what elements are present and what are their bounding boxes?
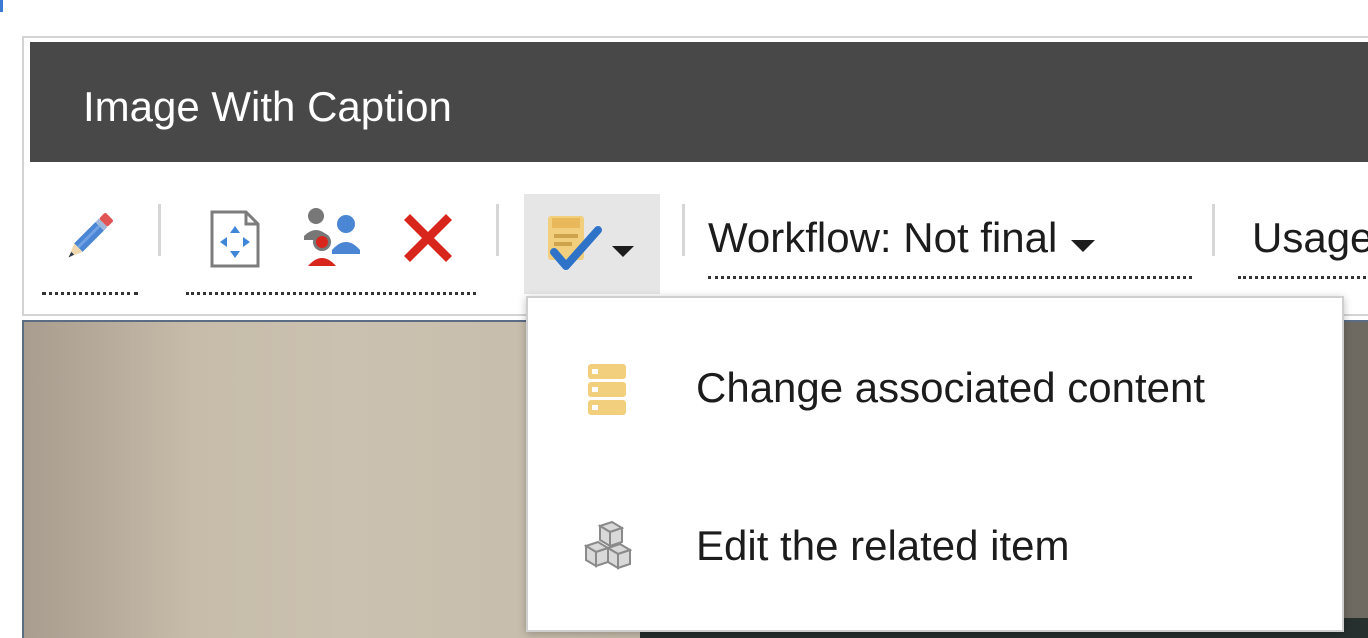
menu-item-edit-related-item[interactable]: Edit the related item bbox=[528, 488, 1342, 608]
users-icon[interactable] bbox=[300, 204, 366, 270]
menu-item-label: Change associated content bbox=[696, 364, 1206, 411]
delete-x-icon[interactable] bbox=[402, 212, 454, 264]
panel-header: Image With Caption bbox=[30, 42, 1368, 162]
edge-marker bbox=[0, 0, 3, 12]
stack-icon bbox=[588, 364, 626, 415]
toolbar-separator bbox=[1212, 204, 1215, 256]
toolbar-separator bbox=[496, 204, 499, 256]
chevron-down-icon bbox=[612, 246, 634, 257]
panel-title: Image With Caption bbox=[83, 83, 452, 130]
resize-frame-icon[interactable] bbox=[206, 208, 264, 270]
pencil-icon[interactable] bbox=[56, 204, 122, 270]
menu-item-label: Edit the related item bbox=[696, 522, 1070, 569]
boxes-icon bbox=[583, 520, 633, 570]
chevron-down-icon bbox=[1071, 239, 1096, 252]
edit-button-underline bbox=[42, 292, 138, 295]
menu-item-change-associated-content[interactable]: Change associated content bbox=[528, 328, 1342, 448]
app-root: Image With Caption Workflow: Not final U… bbox=[0, 0, 1368, 638]
toolbar-separator bbox=[682, 204, 685, 256]
component-toolbar: Workflow: Not final Usage bbox=[30, 164, 1368, 312]
frame-actions-underline bbox=[186, 292, 476, 295]
usage-label: Usage bbox=[1252, 214, 1368, 261]
usage-dropdown[interactable]: Usage bbox=[1252, 212, 1368, 276]
associated-content-menu: Change associated content Edit the relat… bbox=[526, 296, 1344, 632]
associated-content-button[interactable] bbox=[524, 194, 660, 294]
checklist-icon bbox=[548, 216, 602, 270]
workflow-underline bbox=[708, 276, 1192, 279]
workflow-dropdown[interactable]: Workflow: Not final bbox=[708, 212, 1096, 276]
toolbar-separator bbox=[158, 204, 161, 256]
workflow-label: Workflow: Not final bbox=[708, 214, 1058, 261]
usage-underline bbox=[1238, 276, 1368, 279]
